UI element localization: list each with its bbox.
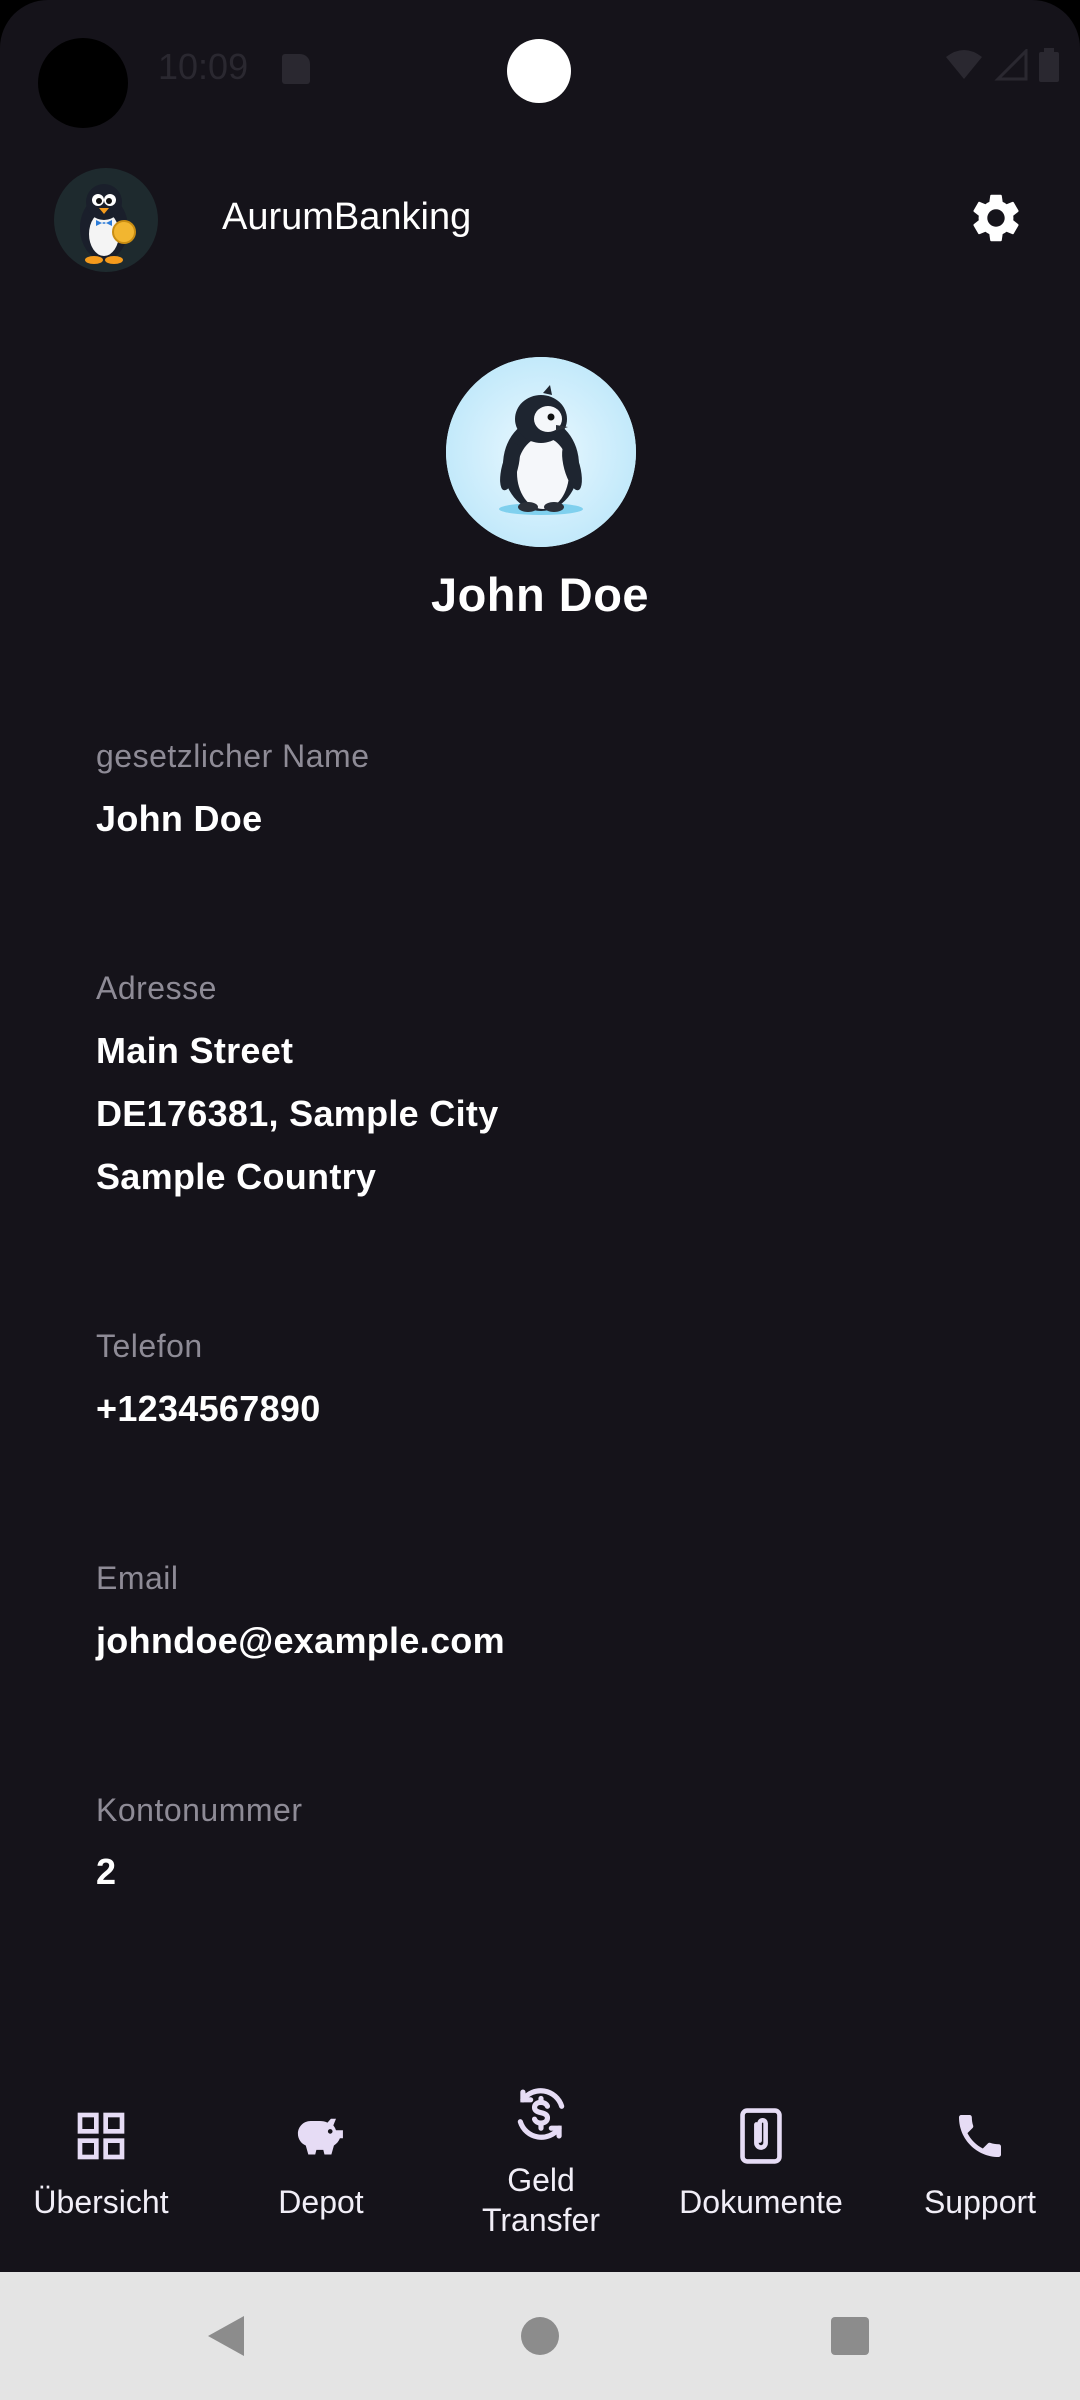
- recents-button[interactable]: [810, 2296, 890, 2376]
- system-navigation-bar: [0, 2272, 1080, 2400]
- nav-label-depot: Depot: [278, 2184, 364, 2220]
- app-logo: [54, 168, 158, 272]
- currency-exchange-icon: [509, 2082, 573, 2146]
- nav-item-depot[interactable]: Depot: [220, 2062, 422, 2272]
- app-title: AurumBanking: [222, 196, 472, 238]
- piggy-bank-icon: [289, 2104, 353, 2168]
- profile-avatar[interactable]: [446, 357, 636, 547]
- address-line-1: Main Street: [96, 1030, 294, 1071]
- status-icons: [944, 48, 1060, 82]
- gear-icon: [973, 194, 1019, 242]
- home-circle-icon: [521, 2317, 559, 2355]
- nav-item-geld-transfer[interactable]: Geld Transfer: [440, 2062, 642, 2272]
- bottom-navigation: Übersicht Depot Geld Transfer Dokumente …: [0, 2062, 1080, 2272]
- profile-name: John Doe: [430, 568, 650, 621]
- status-time: 10:09: [158, 46, 249, 87]
- settings-button[interactable]: [958, 180, 1034, 256]
- camera-cutout: [507, 39, 571, 103]
- nav-label-geld-transfer: Geld Transfer: [482, 2162, 600, 2238]
- status-overlay-circle: [38, 38, 128, 128]
- back-triangle-icon: [208, 2316, 244, 2356]
- grid-icon: [69, 2104, 133, 2168]
- phone-icon: [948, 2104, 1012, 2168]
- legal-name-value: John Doe: [96, 798, 263, 839]
- attachment-document-icon: [729, 2104, 793, 2168]
- account-number-value: 2: [96, 1851, 117, 1892]
- account-number-label: Kontonummer: [96, 1792, 303, 1828]
- address-line-2: DE176381, Sample City: [96, 1093, 499, 1134]
- nav-label-support: Support: [923, 2184, 1037, 2220]
- battery-icon: [1039, 48, 1059, 82]
- phone-label: Telefon: [96, 1328, 203, 1364]
- signal-icon: [994, 49, 1028, 81]
- wifi-icon: [946, 50, 982, 79]
- profile-screen: 10:09 AurumBanking John Doe gesetzlicher…: [0, 0, 1080, 2400]
- nav-item-uebersicht[interactable]: Übersicht: [0, 2062, 202, 2272]
- nav-label-uebersicht: Übersicht: [33, 2184, 169, 2220]
- home-button[interactable]: [500, 2296, 580, 2376]
- address-line-3: Sample Country: [96, 1156, 377, 1197]
- back-button[interactable]: [186, 2296, 266, 2376]
- sd-card-icon: [282, 54, 310, 84]
- nav-item-support[interactable]: Support: [880, 2062, 1080, 2272]
- legal-name-label: gesetzlicher Name: [96, 738, 370, 774]
- email-label: Email: [96, 1560, 179, 1596]
- nav-item-dokumente[interactable]: Dokumente: [660, 2062, 862, 2272]
- address-label: Adresse: [96, 970, 217, 1006]
- phone-value: +1234567890: [96, 1388, 321, 1429]
- recents-square-icon: [831, 2317, 869, 2355]
- nav-label-dokumente: Dokumente: [679, 2184, 843, 2220]
- status-bar: 10:09: [0, 0, 1080, 140]
- email-value: johndoe@example.com: [96, 1620, 505, 1661]
